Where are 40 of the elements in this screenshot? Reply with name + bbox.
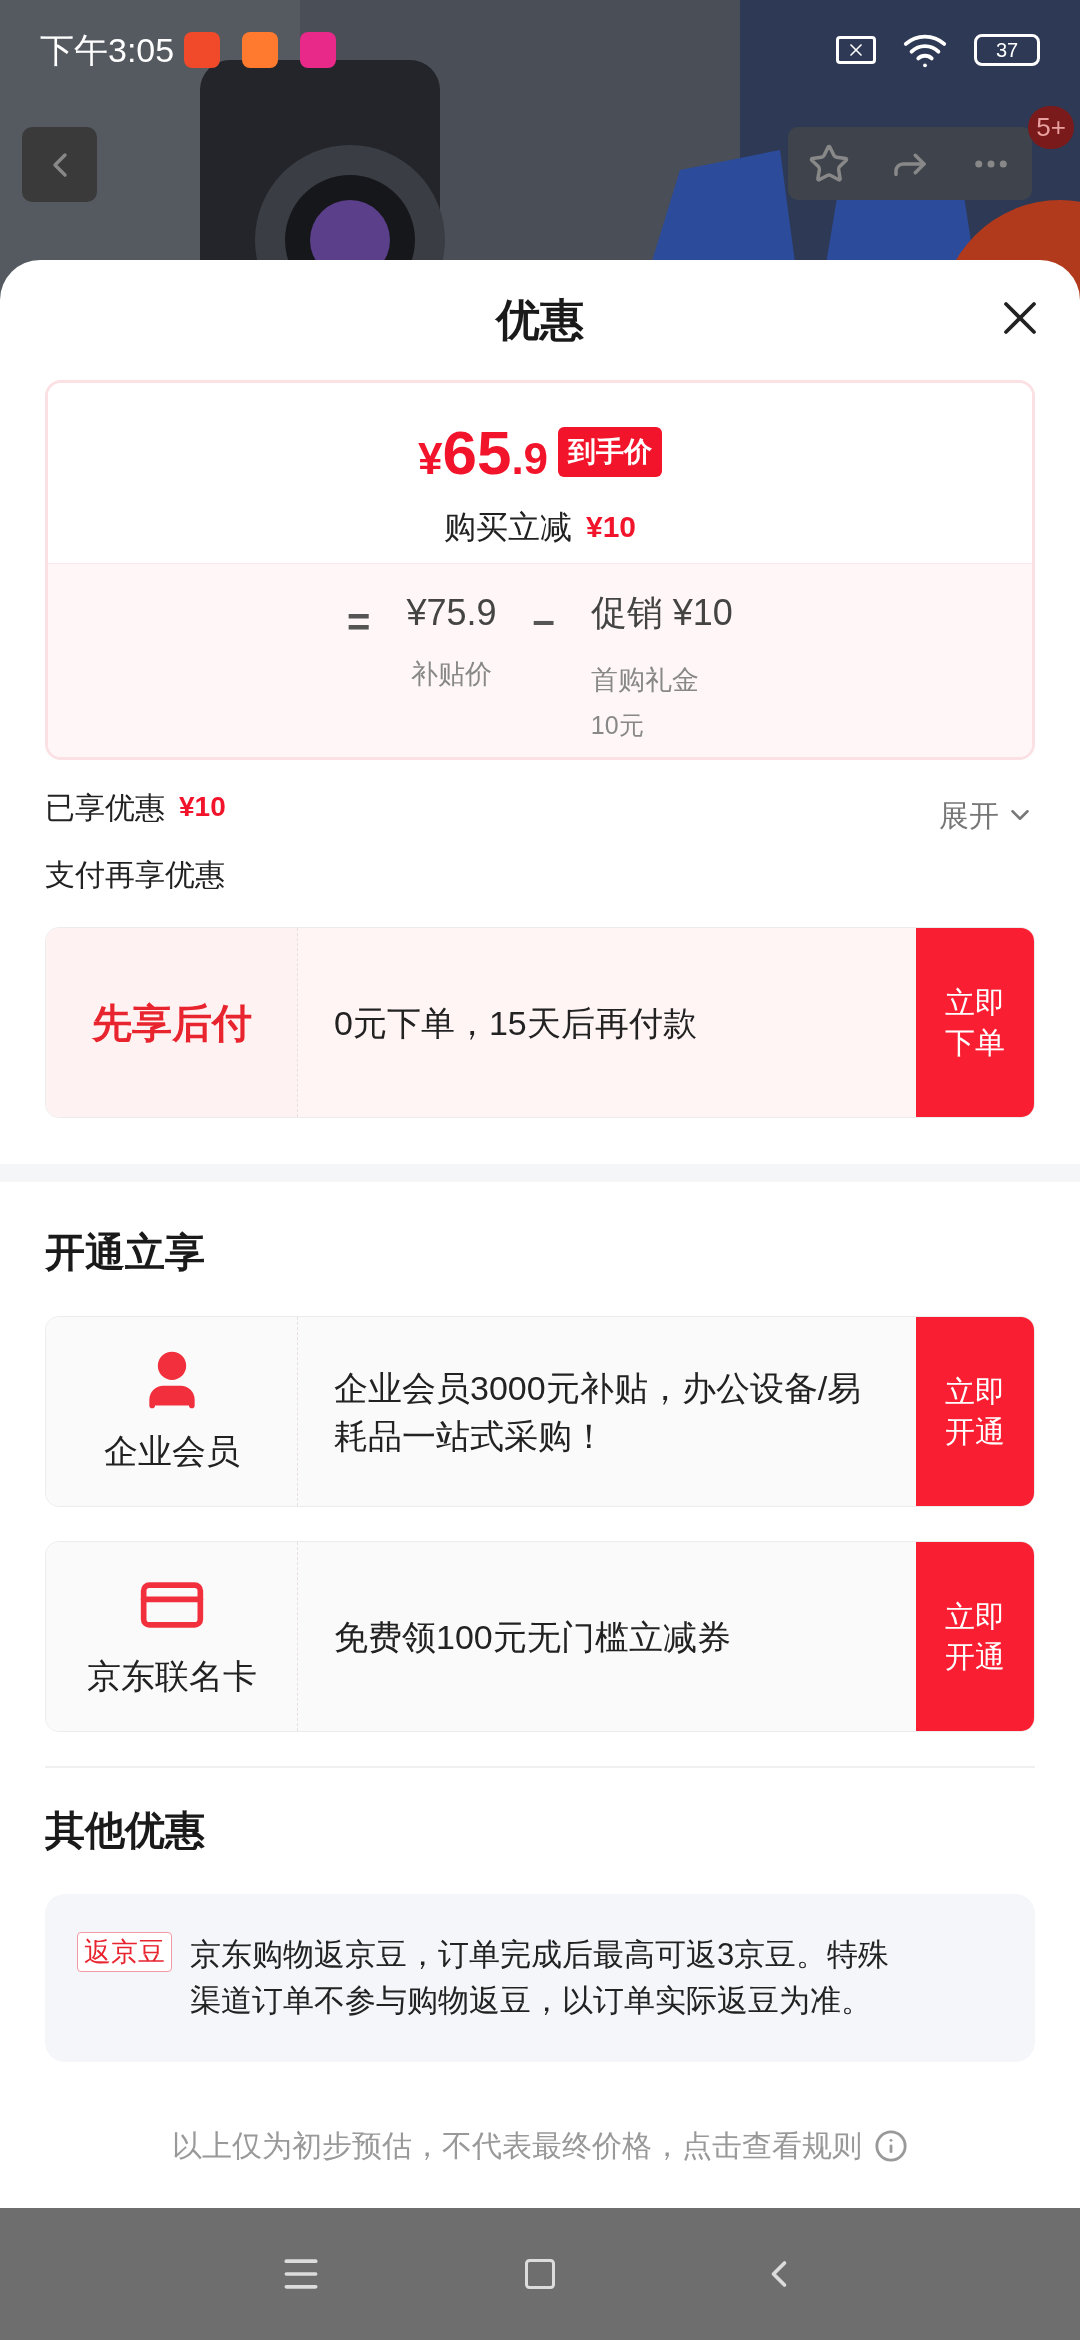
offer-name: 先享后付 — [91, 999, 252, 1047]
section-subtitle: 支付再享优惠 — [45, 857, 226, 893]
offer-description: 免费领100元无门槛立减券 — [334, 1616, 731, 1658]
battery-level: 37 — [995, 40, 1019, 60]
disclaimer-text: 以上仅为初步预估，不代表最终价格，点击查看规则 — [172, 2128, 862, 2164]
promotion-discount: 促销 ¥10 — [590, 591, 733, 635]
section-title: 开通立享 — [45, 1229, 206, 1276]
status-time: 下午3:05 — [40, 29, 175, 71]
offer-name: 企业会员 — [103, 1431, 240, 1472]
instant-discount-label: 购买立减 — [443, 507, 572, 547]
final-price-tag: 到手价 — [558, 427, 663, 477]
bean-description: 京东购物返京豆，订单完成后最高可返3京豆。特殊渠道订单不参与购物返豆，以订单实际返豆为准。 — [190, 1936, 891, 2020]
expand-toggle[interactable]: 展开 — [939, 792, 1035, 838]
enjoyed-discount-label: 已享优惠 — [45, 789, 165, 826]
offer-button[interactable]: 立即开通 — [916, 1542, 1034, 1731]
gift-label: 首购礼金 — [590, 664, 699, 697]
favorite-icon[interactable] — [807, 142, 850, 185]
sim-icon — [836, 36, 876, 64]
back-button[interactable] — [22, 127, 97, 202]
home-icon[interactable] — [522, 2256, 558, 2292]
sheet-title: 优惠 — [496, 294, 584, 346]
subsidy-price-label: 补贴价 — [411, 658, 492, 691]
final-price: ¥65.9 — [417, 416, 549, 489]
app-icon — [242, 32, 279, 68]
offer-description: 企业会员3000元补贴，办公设备/易耗品一站式采购！ — [334, 1367, 863, 1457]
app-icon — [300, 32, 337, 68]
equals-sign: = — [347, 599, 371, 646]
minus-sign: – — [532, 597, 555, 644]
offer-button[interactable]: 立即下单 — [916, 928, 1034, 1117]
enjoyed-discount-amount: ¥10 — [179, 790, 226, 824]
bean-tag: 返京豆 — [77, 1932, 172, 1972]
info-icon[interactable] — [874, 2128, 908, 2163]
section-title: 其他优惠 — [45, 1807, 206, 1854]
offer-button[interactable]: 立即开通 — [916, 1317, 1034, 1506]
instant-discount-amount: ¥10 — [585, 509, 637, 545]
subsidy-price: ¥75.9 — [406, 591, 497, 635]
offer-description: 0元下单，15天后再付款 — [334, 1002, 697, 1044]
gift-amount: 10元 — [590, 709, 644, 741]
offer-name: 京东联名卡 — [86, 1656, 257, 1697]
app-icon — [184, 32, 221, 68]
